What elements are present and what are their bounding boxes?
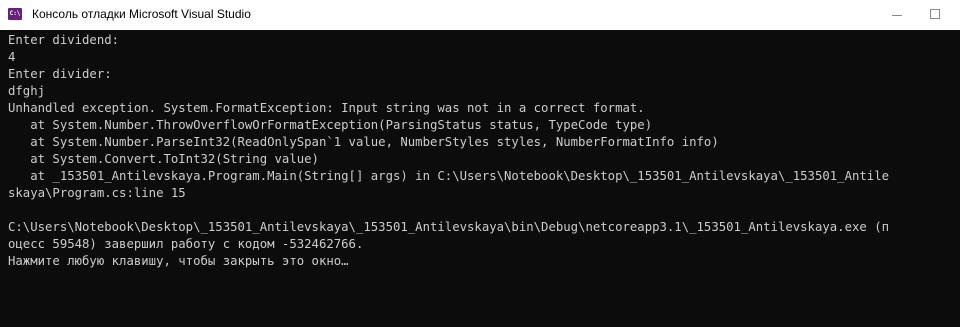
console-line: C:\Users\Notebook\Desktop\_153501_Antile… xyxy=(8,220,889,234)
maximize-icon xyxy=(930,9,940,19)
window-title: Консоль отладки Microsoft Visual Studio xyxy=(32,7,251,21)
minimize-icon xyxy=(892,15,902,16)
console-line: at System.Number.ThrowOverflowOrFormatEx… xyxy=(8,118,653,132)
visual-studio-console-icon: C:\ xyxy=(8,8,22,20)
console-line: at _153501_Antilevskaya.Program.Main(Str… xyxy=(8,169,889,183)
console-line: Enter dividend: xyxy=(8,33,120,47)
title-bar[interactable]: C:\ Консоль отладки Microsoft Visual Stu… xyxy=(0,0,960,30)
console-output[interactable]: Enter dividend: 4 Enter divider: dfghj U… xyxy=(0,30,960,327)
console-line: skaya\Program.cs:line 15 xyxy=(8,186,186,200)
console-line: at System.Convert.ToInt32(String value) xyxy=(8,152,319,166)
maximize-button[interactable] xyxy=(920,0,960,30)
console-line: 4 xyxy=(8,50,16,64)
minimize-button[interactable] xyxy=(874,0,920,30)
console-window: C:\ Консоль отладки Microsoft Visual Stu… xyxy=(0,0,960,327)
console-line: оцесс 59548) завершил работу с кодом -53… xyxy=(8,237,364,251)
console-line: Enter divider: xyxy=(8,67,112,81)
console-line: at System.Number.ParseInt32(ReadOnlySpan… xyxy=(8,135,719,149)
console-line: Unhandled exception. System.FormatExcept… xyxy=(8,101,645,115)
console-line: Нажмите любую клавишу, чтобы закрыть это… xyxy=(8,254,349,268)
console-line: dfghj xyxy=(8,84,46,98)
